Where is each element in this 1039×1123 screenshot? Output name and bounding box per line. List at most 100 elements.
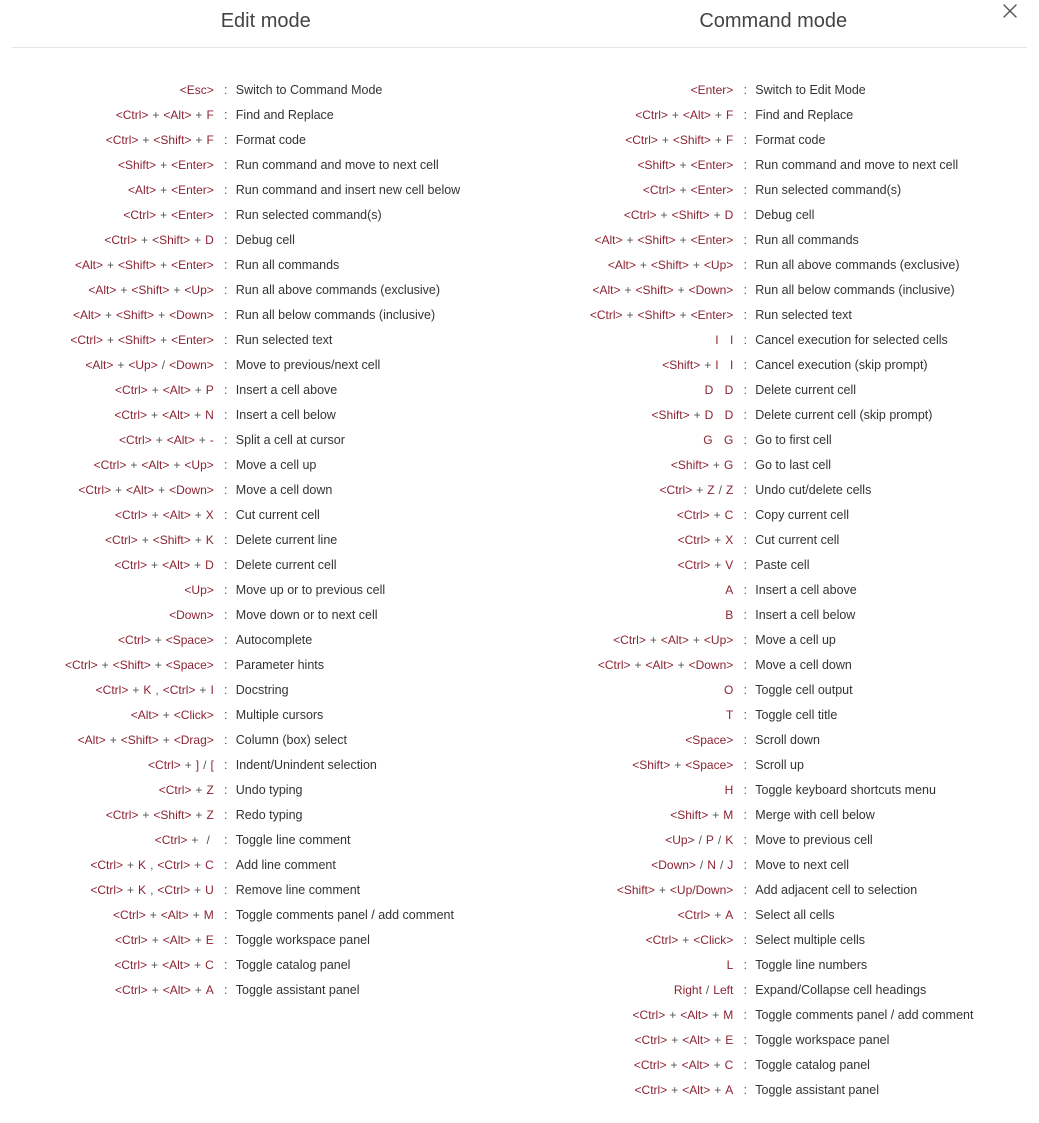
shortcut-description: Insert a cell above (232, 383, 510, 398)
key-token: Z (206, 808, 213, 822)
key-token: <Alt> (88, 283, 116, 297)
key-token: <Alt> (682, 1033, 710, 1047)
shortcut-row: <Ctrl>+<Alt>+X:Cut current cell (10, 503, 510, 528)
shortcut-description: Run command and move to next cell (232, 158, 510, 173)
shortcut-row: <Ctrl>+<Alt>+M:Toggle comments panel / a… (530, 1003, 1030, 1028)
key-token: <Ctrl> (660, 483, 693, 497)
key-token: <Enter> (171, 208, 214, 222)
shortcut-keys: <Ctrl>+<Shift>+F (10, 133, 220, 148)
shortcut-row: <Shift>+D D:Delete current cell (skip pr… (530, 403, 1030, 428)
key-token: <Alt> (163, 983, 191, 997)
shortcut-row: <Shift>+<Enter>:Run command and move to … (530, 153, 1030, 178)
shortcut-row: <Alt>+<Click>:Multiple cursors (10, 703, 510, 728)
shortcut-keys: <Shift>+<Up/Down> (530, 883, 740, 898)
shortcut-description: Switch to Edit Mode (751, 83, 1029, 98)
shortcut-keys: <Alt>+<Shift>+<Drag> (10, 733, 220, 748)
shortcut-row: <Up>:Move up or to previous cell (10, 578, 510, 603)
shortcut-description: Run all commands (751, 233, 1029, 248)
shortcut-description: Toggle assistant panel (232, 983, 510, 998)
key-token: <Alt> (162, 958, 190, 972)
shortcut-row: D D:Delete current cell (530, 378, 1030, 403)
shortcut-row: <Shift>+<Up/Down>:Add adjacent cell to s… (530, 878, 1030, 903)
key-token: <Enter> (171, 183, 214, 197)
key-token: <Ctrl> (96, 683, 129, 697)
key-token: <Up/Down> (670, 883, 733, 897)
key-token: A (206, 983, 214, 997)
key-token: <Alt> (683, 108, 711, 122)
key-token: N (707, 858, 716, 872)
key-token: [ (210, 758, 213, 772)
key-token: I (730, 358, 733, 372)
shortcut-description: Run command and insert new cell below (232, 183, 510, 198)
key-token: A (725, 908, 733, 922)
shortcut-description: Toggle assistant panel (751, 1083, 1029, 1098)
shortcut-description: Move a cell down (232, 483, 510, 498)
shortcut-row: <Up>/P/K:Move to previous cell (530, 828, 1030, 853)
shortcut-keys: <Ctrl>+K,<Ctrl>+U (10, 883, 220, 898)
shortcut-keys: <Shift>+<Enter> (10, 158, 220, 173)
shortcut-description: Paste cell (751, 558, 1029, 573)
shortcut-row: <Down>:Move down or to next cell (10, 603, 510, 628)
shortcut-keys: <Ctrl>+V (530, 558, 740, 573)
key-token: <Alt> (680, 1008, 708, 1022)
shortcut-keys: <Ctrl>+<Alt>+<Up> (10, 458, 220, 473)
key-token: <Up> (184, 583, 213, 597)
key-token: <Shift> (152, 233, 190, 247)
shortcut-description: Toggle workspace panel (751, 1033, 1029, 1048)
shortcut-description: Toggle keyboard shortcuts menu (751, 783, 1029, 798)
shortcut-keys: <Ctrl>+<Alt>+X (10, 508, 220, 523)
shortcut-keys: <Ctrl>+<Alt>+<Down> (10, 483, 220, 498)
shortcut-description: Undo typing (232, 783, 510, 798)
key-token: <Alt> (131, 708, 159, 722)
shortcut-row: <Ctrl>+C:Copy current cell (530, 503, 1030, 528)
shortcut-keys: <Ctrl>+Z/Z (530, 483, 740, 498)
key-token: <Enter> (691, 308, 734, 322)
shortcut-row: <Ctrl>+Z:Undo typing (10, 778, 510, 803)
shortcut-description: Go to last cell (751, 458, 1029, 473)
key-token: D (705, 383, 714, 397)
shortcut-description: Run selected command(s) (751, 183, 1029, 198)
key-token: D (725, 208, 734, 222)
key-token: <Alt> (608, 258, 636, 272)
key-token: <Ctrl> (78, 483, 111, 497)
key-token: P (706, 833, 714, 847)
shortcut-row: <Alt>+<Up>/<Down>:Move to previous/next … (10, 353, 510, 378)
key-token: Right (674, 983, 702, 997)
key-token: <Alt> (646, 658, 674, 672)
key-token: <Shift> (118, 333, 156, 347)
shortcut-description: Parameter hints (232, 658, 510, 673)
key-token: <Ctrl> (115, 983, 148, 997)
key-token: K (138, 858, 146, 872)
shortcut-row: I I:Cancel execution for selected cells (530, 328, 1030, 353)
shortcut-row: <Ctrl>+Z/Z:Undo cut/delete cells (530, 478, 1030, 503)
key-token: X (725, 533, 733, 547)
shortcut-keys: <Shift>+<Enter> (530, 158, 740, 173)
key-token: C (725, 1058, 734, 1072)
shortcut-description: Insert a cell below (751, 608, 1029, 623)
key-token: <Ctrl> (678, 533, 711, 547)
shortcut-description: Toggle workspace panel (232, 933, 510, 948)
key-token: <Ctrl> (118, 633, 151, 647)
shortcut-row: <Ctrl>+A:Select all cells (530, 903, 1030, 928)
shortcut-keys: <Ctrl>+K,<Ctrl>+I (10, 683, 220, 698)
shortcut-description: Move up or to previous cell (232, 583, 510, 598)
shortcut-keys: <Ctrl>+<Alt>+M (530, 1008, 740, 1023)
key-token: <Alt> (75, 258, 103, 272)
key-token: <Alt> (167, 433, 195, 447)
edit-mode-title: Edit mode (12, 0, 520, 47)
key-token: <Alt> (163, 508, 191, 522)
close-icon[interactable] (1003, 4, 1023, 24)
key-token: L (727, 958, 734, 972)
key-token: <Space> (166, 633, 214, 647)
shortcut-keys: <Shift>+M (530, 808, 740, 823)
shortcut-keys: <Alt>+<Shift>+<Enter> (530, 233, 740, 248)
key-token: <Shift> (113, 658, 151, 672)
shortcut-keys: <Ctrl>+<Shift>+<Space> (10, 658, 220, 673)
shortcut-keys: <Ctrl>+<Alt>+<Down> (530, 658, 740, 673)
shortcut-keys: <Ctrl>+<Alt>+F (10, 108, 220, 123)
key-token: <Ctrl> (635, 1083, 668, 1097)
command-mode-column: <Enter>:Switch to Edit Mode<Ctrl>+<Alt>+… (520, 78, 1039, 1103)
shortcut-keys: <Shift>+G (530, 458, 740, 473)
shortcut-keys: <Alt>+<Shift>+<Up> (530, 258, 740, 273)
key-token: <Ctrl> (634, 1058, 667, 1072)
